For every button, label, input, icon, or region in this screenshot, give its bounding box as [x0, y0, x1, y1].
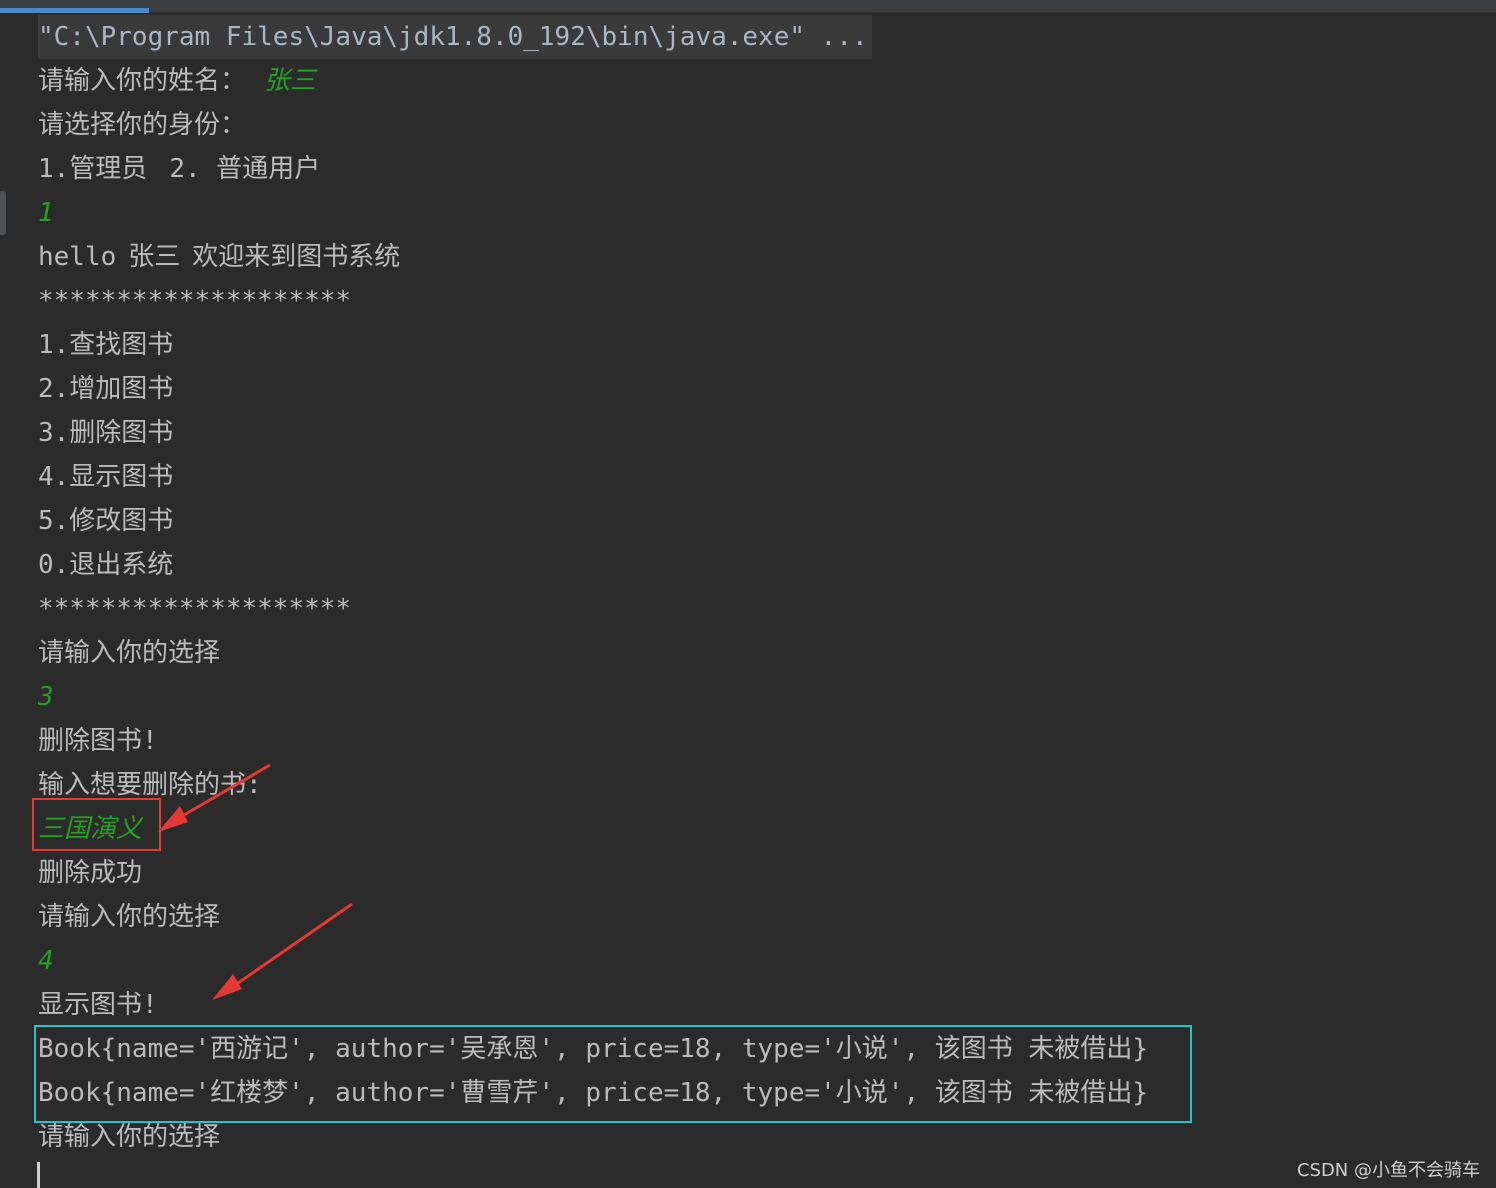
run-console-window: "C:\Program Files\Java\jdk1.8.0_192\bin\… [0, 0, 1496, 1188]
csdn-watermark: CSDN @小鱼不会骑车 [1296, 1160, 1480, 1181]
text-cursor[interactable] [37, 1162, 40, 1188]
arrow-to-deleted-book [158, 763, 271, 832]
annotation-arrows [158, 763, 353, 1000]
arrow-to-book-list [212, 902, 353, 1000]
